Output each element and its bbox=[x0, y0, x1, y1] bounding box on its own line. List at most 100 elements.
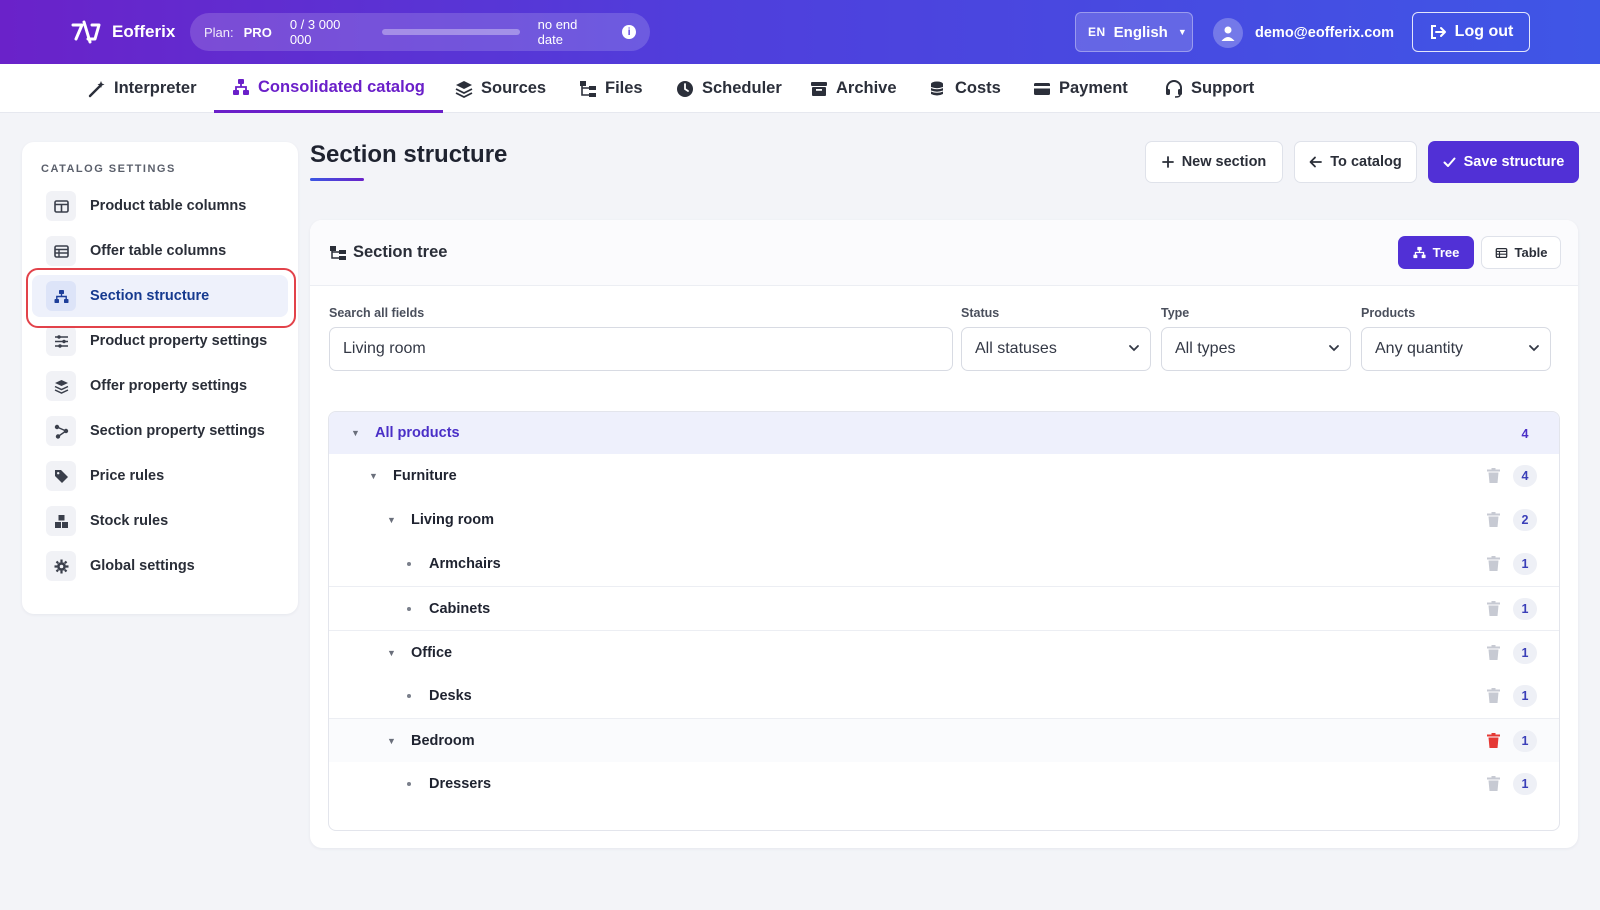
sidebar-item-offer-table-columns[interactable]: Offer table columns bbox=[32, 230, 288, 272]
view-tree-toggle[interactable]: Tree bbox=[1398, 236, 1474, 269]
products-label: Products bbox=[1361, 306, 1416, 320]
bullet-icon bbox=[407, 562, 411, 566]
products-select[interactable]: Any quantity bbox=[1361, 327, 1551, 371]
status-select[interactable]: All statuses bbox=[961, 327, 1151, 371]
sidebar-item-label: Stock rules bbox=[90, 513, 169, 529]
brand-logo[interactable]: Eofferix bbox=[70, 19, 175, 45]
trash-icon[interactable] bbox=[1487, 776, 1500, 791]
nav-label: Costs bbox=[955, 79, 1001, 97]
columns-icon bbox=[46, 191, 76, 221]
nav-sources[interactable]: Sources bbox=[437, 64, 564, 113]
to-catalog-button[interactable]: To catalog bbox=[1294, 141, 1417, 183]
save-structure-label: Save structure bbox=[1463, 154, 1565, 170]
nav-interpreter[interactable]: Interpreter bbox=[70, 64, 215, 113]
caret-down-icon[interactable]: ▼ bbox=[351, 428, 360, 438]
sidebar-item-section-property-settings[interactable]: Section property settings bbox=[32, 410, 288, 452]
search-input-value: Living room bbox=[343, 340, 426, 357]
type-select[interactable]: All types bbox=[1161, 327, 1351, 371]
save-structure-button[interactable]: Save structure bbox=[1428, 141, 1579, 183]
sidebar-item-stock-rules[interactable]: Stock rules bbox=[32, 500, 288, 542]
search-input[interactable]: Living room bbox=[329, 327, 953, 371]
tree-node-label: Desks bbox=[429, 688, 472, 704]
sidebar-item-global-settings[interactable]: Global settings bbox=[32, 545, 288, 587]
magic-wand-icon bbox=[88, 80, 105, 97]
status-select-value: All statuses bbox=[975, 340, 1057, 357]
sliders-icon bbox=[46, 326, 76, 356]
status-label: Status bbox=[961, 306, 1000, 320]
sitemap-icon bbox=[1413, 246, 1426, 259]
sidebar-title: CATALOG SETTINGS bbox=[41, 163, 176, 175]
trash-icon[interactable] bbox=[1487, 688, 1500, 703]
sidebar-item-price-rules[interactable]: Price rules bbox=[32, 455, 288, 497]
trash-icon[interactable] bbox=[1487, 733, 1500, 748]
trash-icon[interactable] bbox=[1487, 601, 1500, 616]
sidebar-item-label: Product table columns bbox=[90, 198, 247, 214]
nav-support[interactable]: Support bbox=[1147, 64, 1272, 113]
view-table-toggle[interactable]: Table bbox=[1481, 236, 1561, 269]
catalog-settings-sidebar: CATALOG SETTINGS Product table columns O… bbox=[22, 142, 298, 614]
top-bar: Eofferix Plan: PRO 0 / 3 000 000 no end … bbox=[0, 0, 1600, 64]
tree-row-bedroom[interactable]: ▼ Bedroom 1 bbox=[329, 718, 1559, 762]
tree-row-cabinets[interactable]: Cabinets 1 bbox=[329, 586, 1559, 630]
tree-row-living-room[interactable]: ▼ Living room 2 bbox=[329, 498, 1559, 542]
nav-payment[interactable]: Payment bbox=[1015, 64, 1146, 113]
product-count-badge: 1 bbox=[1513, 598, 1537, 620]
nav-costs[interactable]: Costs bbox=[911, 64, 1019, 113]
sidebar-item-section-structure[interactable]: Section structure bbox=[32, 275, 288, 317]
tree-row-furniture[interactable]: ▼ Furniture 4 bbox=[329, 454, 1559, 498]
logout-button[interactable]: Log out bbox=[1412, 12, 1530, 52]
check-icon bbox=[1443, 157, 1456, 167]
quota-progress-bar bbox=[381, 29, 520, 35]
nav-label: Scheduler bbox=[702, 79, 782, 97]
caret-down-icon[interactable]: ▼ bbox=[387, 648, 396, 658]
clock-icon bbox=[677, 80, 693, 97]
quota-text: 0 / 3 000 000 bbox=[289, 17, 341, 47]
caret-down-icon: ▼ bbox=[1177, 27, 1187, 37]
sidebar-item-label: Price rules bbox=[90, 468, 165, 484]
trash-icon[interactable] bbox=[1487, 645, 1500, 660]
product-count-badge: 1 bbox=[1513, 685, 1537, 707]
caret-down-icon[interactable]: ▼ bbox=[369, 471, 378, 481]
type-label: Type bbox=[1161, 306, 1190, 320]
nav-archive[interactable]: Archive bbox=[792, 64, 915, 113]
tree-row-dressers[interactable]: Dressers 1 bbox=[329, 762, 1559, 806]
panel-title: Section tree bbox=[329, 243, 447, 262]
tree-row-desks[interactable]: Desks 1 bbox=[329, 674, 1559, 718]
tree-root-all-products[interactable]: ▼ All products 4 bbox=[329, 412, 1559, 454]
caret-down-icon[interactable]: ▼ bbox=[387, 515, 396, 525]
caret-down-icon[interactable]: ▼ bbox=[387, 736, 396, 746]
view-table-label: Table bbox=[1514, 245, 1548, 260]
user-avatar-icon bbox=[1213, 18, 1243, 48]
tree-row-armchairs[interactable]: Armchairs 1 bbox=[329, 542, 1559, 586]
language-selector[interactable]: EN English ▼ bbox=[1075, 12, 1193, 52]
trash-icon[interactable] bbox=[1487, 468, 1500, 483]
sidebar-item-product-property-settings[interactable]: Product property settings bbox=[32, 320, 288, 362]
nav-label: Sources bbox=[481, 79, 547, 97]
trash-icon[interactable] bbox=[1487, 556, 1500, 571]
sidebar-item-offer-property-settings[interactable]: Offer property settings bbox=[32, 365, 288, 407]
product-count-badge: 1 bbox=[1513, 773, 1537, 795]
nav-consolidated-catalog[interactable]: Consolidated catalog bbox=[214, 64, 443, 113]
plan-usage-pill: Plan: PRO 0 / 3 000 000 no end date i bbox=[190, 13, 650, 51]
archive-icon bbox=[811, 81, 827, 96]
credit-card-icon bbox=[1034, 82, 1050, 95]
new-section-button[interactable]: New section bbox=[1145, 141, 1283, 183]
language-code: EN bbox=[1088, 25, 1106, 39]
sidebar-item-product-table-columns[interactable]: Product table columns bbox=[32, 185, 288, 227]
brand-name: Eofferix bbox=[112, 22, 176, 41]
tags-icon bbox=[46, 461, 76, 491]
nav-files[interactable]: Files bbox=[561, 64, 661, 113]
coins-icon bbox=[930, 81, 944, 95]
info-icon[interactable]: i bbox=[622, 25, 636, 39]
table-icon bbox=[46, 236, 76, 266]
nav-scheduler[interactable]: Scheduler bbox=[658, 64, 800, 113]
product-count-badge: 1 bbox=[1513, 642, 1537, 664]
chevron-down-icon bbox=[1529, 345, 1539, 352]
folder-tree-icon bbox=[580, 80, 596, 97]
tree-row-office[interactable]: ▼ Office 1 bbox=[329, 630, 1559, 674]
product-count-badge: 4 bbox=[1513, 465, 1537, 487]
sidebar-item-label: Product property settings bbox=[90, 333, 268, 349]
trash-icon[interactable] bbox=[1487, 512, 1500, 527]
user-account[interactable]: demo@eofferix.com bbox=[1213, 18, 1394, 48]
boxes-icon bbox=[46, 506, 76, 536]
